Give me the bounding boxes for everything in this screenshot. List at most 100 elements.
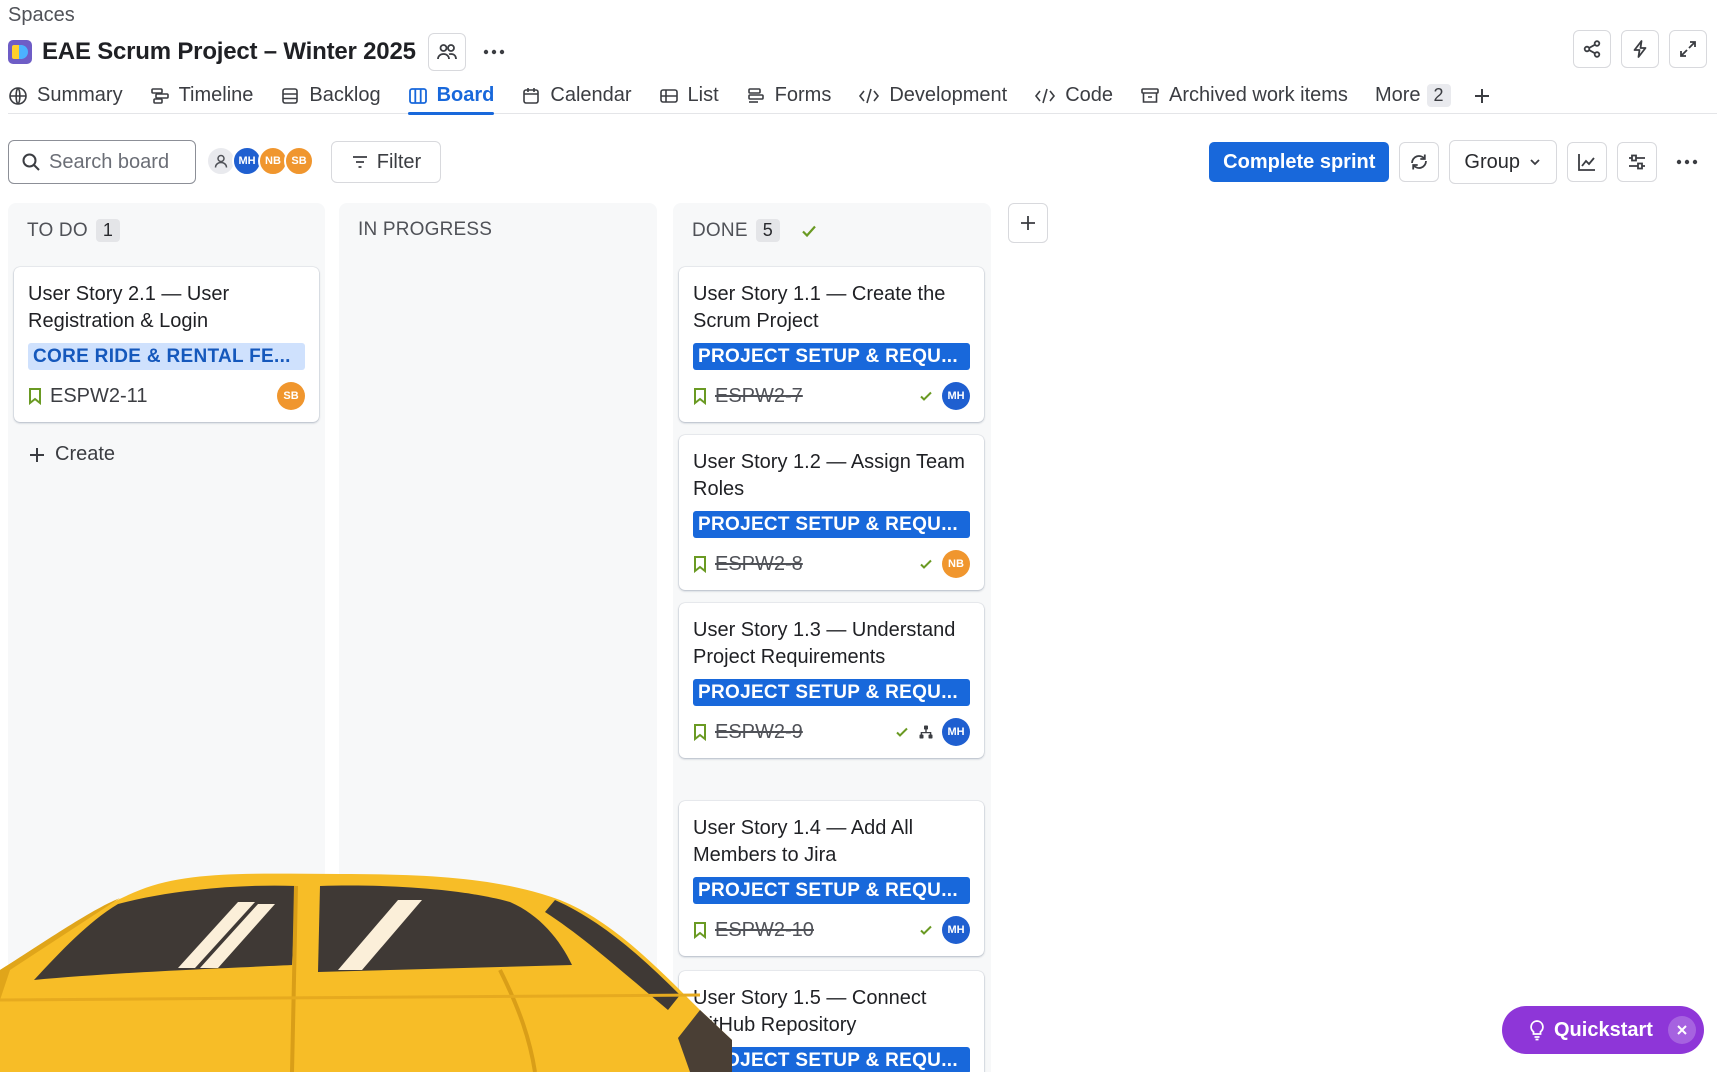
page-title: EAE Scrum Project – Winter 2025 [42,38,416,65]
card-key: ESPW2-8 [715,552,803,575]
toolbar-actions: Complete sprint Group [1209,140,1707,184]
card-title: User Story 1.1 — Create the Scrum Projec… [693,283,946,332]
board-toolbar: MH NB SB Filter Complete sprint Group [8,140,1707,184]
project-tabs: Summary Timeline Backlog Board Calendar … [8,78,1717,115]
tab-timeline[interactable]: Timeline [150,78,253,114]
story-bookmark-icon [29,388,41,405]
column-count: 1 [95,219,121,242]
group-dropdown[interactable]: Group [1449,140,1557,184]
story-bookmark-icon [694,388,706,405]
add-column-button[interactable] [1008,203,1048,243]
people-icon [436,44,457,60]
expand-icon [1680,41,1696,57]
share-button[interactable] [1573,30,1611,68]
epic-label: PROJECT SETUP & REQU... [693,511,970,538]
card-title: User Story 1.2 — Assign Team Roles [693,451,965,500]
card-title: User Story 1.3 — Understand Project Requ… [693,619,956,668]
epic-label: CORE RIDE & RENTAL FE... [28,343,305,370]
check-icon [802,225,816,237]
view-settings-button[interactable] [1617,142,1657,182]
assignee-filter-avatars: MH NB SB [206,146,314,176]
tab-archived[interactable]: Archived work items [1140,78,1348,114]
create-button[interactable]: Create [27,443,115,466]
sprint-insights-button[interactable] [1399,142,1440,182]
assignee-avatar[interactable]: SB [277,382,305,410]
project-icon [8,40,32,64]
more-count-badge: 2 [1426,84,1451,107]
more-horizontal-icon [483,49,504,55]
tab-development[interactable]: Development [858,78,1007,114]
timeline-icon [150,87,169,104]
search-icon [22,153,40,171]
header-actions [1573,30,1707,68]
lightbulb-icon [1530,1020,1544,1041]
globe-icon [9,86,27,105]
car-illustration [0,873,732,1072]
tab-list[interactable]: List [659,78,719,114]
tab-forms[interactable]: Forms [746,78,831,114]
assignee-avatar[interactable]: MH [942,916,970,944]
assignee-avatar[interactable]: NB [942,550,970,578]
card-key: ESPW2-7 [715,384,803,407]
tab-more[interactable]: More 2 [1375,78,1451,114]
card-title: User Story 2.1 — User Registration & Log… [28,283,230,332]
chevron-down-icon [1530,159,1540,166]
more-horizontal-icon [1676,159,1698,165]
quickstart-button[interactable]: Quickstart [1502,1006,1704,1054]
filter-icon [352,156,367,168]
board-icon [408,87,427,104]
epic-label: PROJECT SETUP & REQU... [693,343,970,370]
board-more-button[interactable] [1667,142,1707,182]
complete-sprint-button[interactable]: Complete sprint [1209,142,1390,182]
plus-icon [30,447,44,462]
tab-summary[interactable]: Summary [8,78,123,114]
column-header-todo[interactable]: TO DO 1 [27,219,121,242]
card-espw2-8[interactable]: User Story 1.2 — Assign Team Roles PROJE… [679,435,984,590]
team-button[interactable] [427,33,466,71]
filter-button[interactable]: Filter [331,141,441,183]
column-header-in-progress[interactable]: IN PROGRESS [358,219,492,241]
automation-button[interactable] [1621,30,1659,68]
backlog-icon [282,87,299,104]
project-more-button[interactable] [478,36,510,68]
list-icon [659,88,678,103]
tab-backlog[interactable]: Backlog [280,78,381,114]
epic-label: PROJECT SETUP & REQU... [693,679,970,706]
card-espw2-9[interactable]: User Story 1.3 — Understand Project Requ… [679,603,984,758]
search-box[interactable] [8,140,196,184]
check-icon [920,559,932,569]
tab-calendar[interactable]: Calendar [521,78,632,114]
lightning-icon [1633,40,1647,58]
story-bookmark-icon [694,556,706,573]
search-input[interactable] [49,150,189,174]
card-footer: ESPW2-8 NB [693,550,970,578]
card-espw2-11[interactable]: User Story 2.1 — User Registration & Log… [14,267,319,422]
insights-button[interactable] [1567,142,1607,182]
subtask-hierarchy-icon [919,725,933,739]
person-icon [214,154,228,168]
card-espw2-7[interactable]: User Story 1.1 — Create the Scrum Projec… [679,267,984,422]
check-icon [896,727,908,737]
add-tab-button[interactable] [1472,78,1492,114]
tab-board[interactable]: Board [407,78,494,115]
column-header-done[interactable]: DONE 5 [692,219,818,242]
fullscreen-button[interactable] [1669,30,1707,68]
archive-icon [1141,87,1159,103]
share-icon [1583,40,1601,58]
plus-icon [1021,216,1035,230]
card-key: ESPW2-9 [715,720,803,743]
card-footer: ESPW2-9 MH [693,718,970,746]
assignee-avatar[interactable]: MH [942,718,970,746]
sliders-icon [1629,154,1645,170]
tab-code[interactable]: Code [1034,78,1113,114]
assignee-avatar[interactable]: MH [942,382,970,410]
breadcrumb-spaces[interactable]: Spaces [8,4,75,27]
code-icon [1035,88,1056,103]
story-bookmark-icon [694,724,706,741]
development-icon [859,88,880,103]
avatar-sb[interactable]: SB [284,146,314,176]
refresh-icon [1411,154,1428,170]
check-icon [920,925,932,935]
quickstart-close-button[interactable] [1668,1016,1696,1044]
calendar-icon [523,87,540,104]
